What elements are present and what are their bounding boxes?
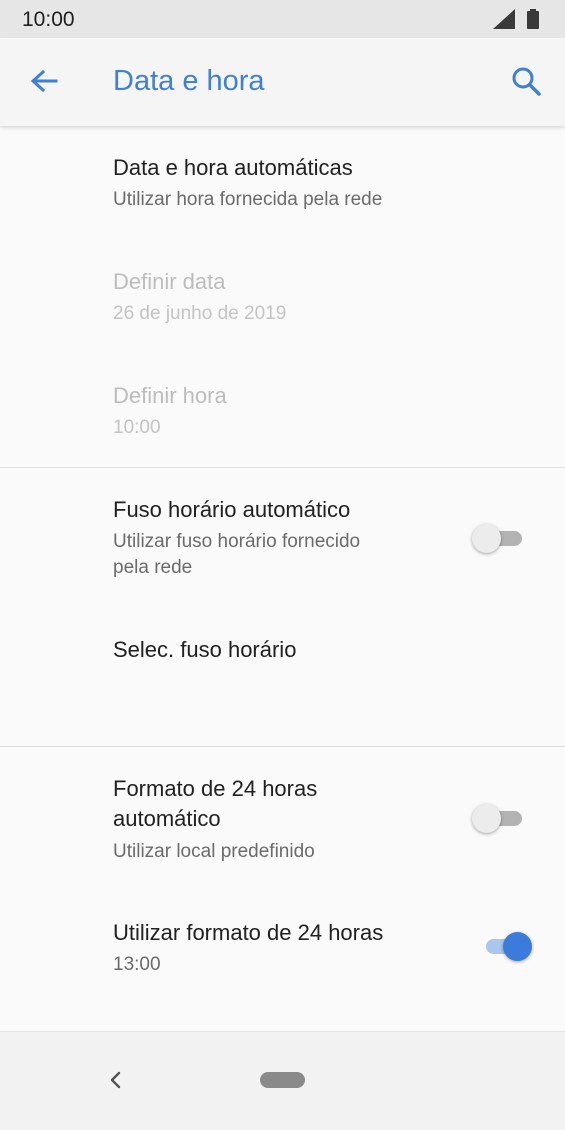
chevron-left-icon — [110, 1071, 121, 1089]
battery-icon — [527, 9, 539, 29]
back-button[interactable] — [22, 60, 66, 104]
use-24h-toggle[interactable] — [480, 930, 534, 962]
use-24h-subtitle: 13:00 — [113, 954, 161, 975]
status-bar: 10:00 — [0, 0, 565, 38]
auto-24h-title-line1: Formato de 24 horas — [113, 776, 318, 801]
auto-datetime-subtitle: Utilizar hora fornecida pela rede — [113, 189, 383, 210]
page-title: Data e hora — [113, 65, 265, 97]
auto-timezone-subtitle-line2: pela rede — [113, 557, 193, 578]
arrow-left-icon — [30, 69, 58, 93]
auto-24h-subtitle: Utilizar local predefinido — [113, 841, 315, 862]
auto-datetime-title: Data e hora automáticas — [113, 155, 353, 180]
use-24h-item[interactable]: Utilizar formato de 24 horas 13:00 — [0, 892, 565, 1030]
navigation-bar — [0, 1031, 565, 1130]
app-bar: Data e hora — [0, 38, 565, 126]
auto-datetime-item[interactable]: Data e hora automáticas Utilizar hora fo… — [0, 127, 565, 240]
use-24h-title: Utilizar formato de 24 horas — [113, 920, 384, 945]
set-date-item[interactable]: Definir data 26 de junho de 2019 — [0, 240, 565, 353]
select-timezone-title: Selec. fuso horário — [113, 637, 297, 662]
set-time-subtitle: 10:00 — [113, 417, 161, 438]
search-button[interactable] — [507, 62, 547, 102]
status-icons — [493, 9, 539, 29]
home-pill-icon[interactable] — [260, 1072, 305, 1088]
set-time-title: Definir hora — [113, 383, 227, 408]
set-date-title: Definir data — [113, 269, 226, 294]
set-time-item[interactable]: Definir hora 10:00 — [0, 353, 565, 467]
toggle-thumb — [472, 804, 501, 833]
status-time: 10:00 — [22, 8, 75, 31]
auto-timezone-item[interactable]: Fuso horário automático Utilizar fuso ho… — [0, 468, 565, 606]
toggle-thumb — [472, 524, 501, 553]
auto-timezone-toggle[interactable] — [472, 522, 526, 554]
auto-24h-title-line2: automático — [113, 806, 221, 831]
nav-back-button[interactable] — [104, 1068, 128, 1092]
cell-signal-icon — [493, 9, 515, 29]
screen: 10:00 Data e hora Data e hora automática — [0, 0, 565, 1130]
auto-24h-toggle[interactable] — [472, 802, 526, 834]
toggle-thumb — [503, 932, 532, 961]
select-timezone-item[interactable]: Selec. fuso horário — [0, 606, 565, 746]
settings-list: Data e hora automáticas Utilizar hora fo… — [0, 127, 565, 1030]
auto-24h-item[interactable]: Formato de 24 horas automático Utilizar … — [0, 747, 565, 892]
auto-timezone-title: Fuso horário automático — [113, 497, 351, 522]
search-icon — [512, 67, 541, 96]
auto-timezone-subtitle-line1: Utilizar fuso horário fornecido — [113, 531, 361, 552]
set-date-subtitle: 26 de junho de 2019 — [113, 303, 287, 324]
